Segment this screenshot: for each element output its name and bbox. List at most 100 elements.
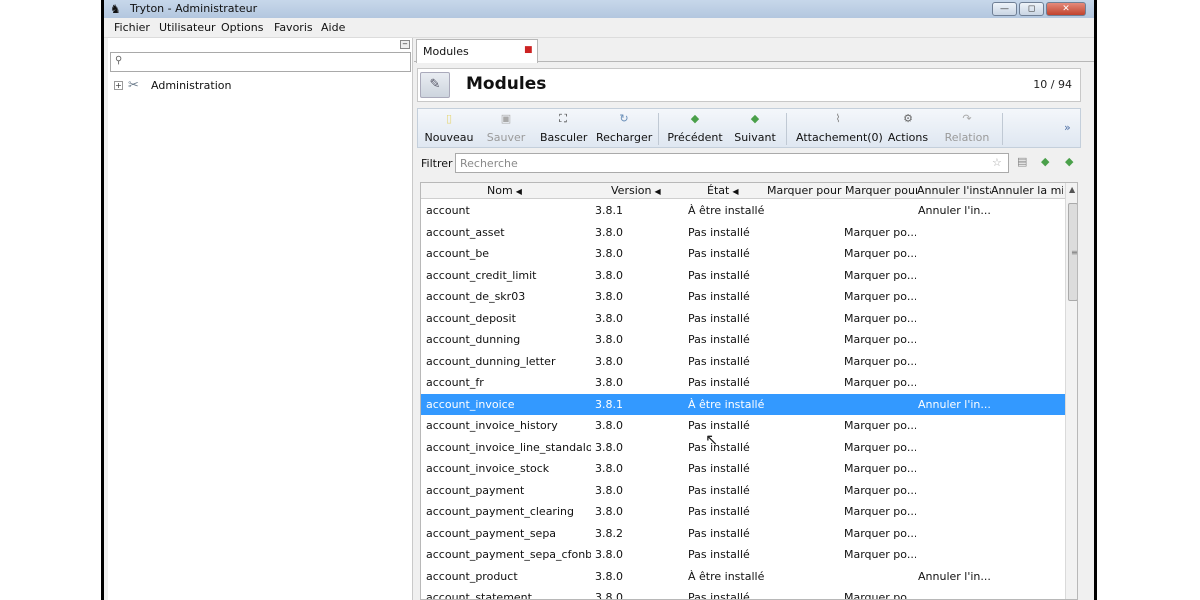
table-row[interactable]: account_payment 3.8.0 Pas installé Marquer … — [421, 480, 1065, 502]
toolbar-overflow-icon[interactable]: » — [1064, 121, 1071, 134]
table-row[interactable]: account 3.8.1 À être installé Annuler l'in.… — [421, 200, 1065, 222]
table-row[interactable]: account_product 3.8.0 À être installé Annul… — [421, 566, 1065, 588]
table-row[interactable]: account_dunning_letter 3.8.0 Pas installé M… — [421, 351, 1065, 373]
switch-button[interactable]: ⛶ Basculer — [540, 109, 587, 149]
table-row[interactable]: account_credit_limit 3.8.0 Pas installé Mar… — [421, 265, 1065, 287]
cell-state: Pas installé — [688, 505, 750, 518]
menu-fichier[interactable]: Fichier — [114, 21, 150, 34]
next-button[interactable]: ◆ Suivant — [732, 109, 778, 149]
cell-mark-install[interactable]: Marquer po... — [844, 355, 916, 368]
save-button[interactable]: ▣ Sauver — [484, 109, 528, 149]
reload-icon: ↻ — [619, 112, 629, 125]
cell-mark-install[interactable]: Marquer po... — [844, 290, 916, 303]
filter-next-icon[interactable]: ◆ — [1065, 155, 1073, 168]
table-row[interactable]: account_invoice_line_standalone 3.8.0 Pas … — [421, 437, 1065, 459]
minimize-button[interactable]: — — [992, 2, 1017, 16]
cell-state: Pas installé — [688, 311, 750, 325]
cell-mark-install[interactable]: Marquer po... — [844, 527, 916, 540]
tab-close-icon[interactable]: ■ — [524, 45, 533, 55]
cell-cancel-install[interactable]: Annuler l'in... — [918, 398, 990, 411]
toolbar-separator — [1002, 113, 1003, 145]
table-row[interactable]: account_be 3.8.0 Pas installé Marquer po... — [421, 243, 1065, 265]
table-row[interactable]: account_statement 3.8.0 Pas installé Marque… — [421, 587, 1065, 600]
cell-cancel-install[interactable]: Annuler l'in... — [918, 570, 990, 583]
cell-mark-install[interactable]: Marquer po... — [844, 333, 916, 346]
column-header-mark-upgrade[interactable]: Marquer pour i — [845, 184, 917, 197]
cell-name: account_credit_limit — [426, 268, 537, 282]
cell-mark-install[interactable]: Marquer po... — [844, 312, 916, 325]
menu-favoris[interactable]: Favoris — [274, 21, 313, 34]
cell-cancel-install[interactable]: Annuler l'in... — [918, 204, 990, 217]
cell-mark-install[interactable]: Marquer po... — [844, 484, 916, 497]
previous-button[interactable]: ◆ Précédent — [666, 109, 724, 149]
cell-name: account_fr — [426, 376, 484, 389]
cell-version: 3.8.0 — [595, 419, 623, 432]
cell-mark-install[interactable]: Marquer po... — [844, 376, 916, 389]
cell-version: 3.8.0 — [595, 591, 623, 600]
cell-mark-install[interactable]: Marquer po... — [844, 505, 916, 518]
cell-mark-install[interactable]: Marquer po... — [844, 548, 916, 561]
table-row[interactable]: account_payment_sepa_cfonb 3.8.0 Pas insta… — [421, 544, 1065, 566]
form-pane: Modules ■ ✎ Modules 10 / 94 ▯ Nouveau ▣ … — [414, 38, 1094, 600]
cell-mark-install[interactable]: Marquer po... — [844, 419, 916, 432]
menu-aide[interactable]: Aide — [321, 21, 345, 34]
cell-mark-install[interactable]: Marquer po... — [844, 462, 916, 475]
table-row[interactable]: account_invoice_stock 3.8.0 Pas installé Ma… — [421, 458, 1065, 480]
tryton-app-icon: ♞ — [110, 2, 121, 16]
table-row[interactable]: account_payment_clearing 3.8.0 Pas install… — [421, 501, 1065, 523]
cell-name: account_payment_clearing — [426, 505, 574, 518]
column-header-version[interactable]: Version ◀ — [611, 184, 681, 197]
table-row[interactable]: account_invoice_history 3.8.0 Pas installé… — [421, 415, 1065, 437]
column-header-state[interactable]: État ◀ — [707, 184, 769, 197]
menu-utilisateur[interactable]: Utilisateur — [159, 21, 216, 34]
reload-button[interactable]: ↻ Recharger — [596, 109, 652, 149]
vertical-scrollbar[interactable]: ▲ ≡ — [1065, 183, 1077, 599]
table-row[interactable]: account_dunning 3.8.0 Pas installé Marquer … — [421, 329, 1065, 351]
cell-state: Pas installé — [688, 462, 750, 475]
cell-name: account_payment_sepa_cfonb — [426, 548, 591, 561]
cell-mark-install[interactable]: Marquer po... — [844, 269, 916, 282]
column-header-cancel-install[interactable]: Annuler l'instal — [917, 184, 991, 197]
scrollbar-thumb[interactable]: ≡ — [1068, 203, 1077, 301]
table-row[interactable]: account_deposit 3.8.0 Pas installé Marquer … — [421, 308, 1065, 330]
table-row[interactable]: account_de_skr03 3.8.0 Pas installé Marquer… — [421, 286, 1065, 308]
maximize-button[interactable]: ◻ — [1019, 2, 1044, 16]
cell-mark-install[interactable]: Marquer po... — [844, 441, 916, 454]
cell-mark-install[interactable]: Marquer po... — [844, 226, 916, 239]
attachment-button[interactable]: ⌇ Attachement(0) — [796, 109, 883, 149]
close-button[interactable]: ✕ — [1046, 2, 1086, 16]
table-row[interactable]: account_asset 3.8.0 Pas installé Marquer po… — [421, 222, 1065, 244]
actions-button[interactable]: ⚙ Actions — [886, 109, 930, 149]
column-header-cancel-upgrade[interactable]: Annuler la mis — [991, 184, 1063, 197]
title-bar[interactable]: ♞ Tryton - Administrateur — ◻ ✕ — [104, 0, 1094, 18]
tab-modules[interactable]: Modules ■ — [416, 39, 538, 63]
cell-name: account_invoice — [426, 397, 515, 411]
new-button[interactable]: ▯ Nouveau — [424, 109, 474, 149]
column-header-mark-install[interactable]: Marquer pour i — [767, 184, 843, 197]
filter-previous-icon[interactable]: ◆ — [1041, 155, 1049, 168]
cell-state: Pas installé — [688, 247, 750, 260]
menu-options[interactable]: Options — [221, 21, 263, 34]
saved-filter-icon[interactable]: ▤ — [1017, 155, 1027, 168]
cell-version: 3.8.0 — [595, 505, 623, 518]
column-header-name[interactable]: Nom ◀ — [487, 184, 557, 197]
collapse-pane-icon[interactable]: − — [400, 40, 410, 49]
relation-button[interactable]: ↷ Relation — [942, 109, 992, 149]
cell-version: 3.8.0 — [595, 376, 623, 389]
menu-search-input[interactable]: ⚲ — [110, 52, 411, 72]
cell-version: 3.8.0 — [595, 569, 623, 583]
cell-state: Pas installé — [688, 526, 750, 540]
filter-label: Filtrer — [421, 157, 453, 170]
sort-arrow-icon: ◀ — [732, 187, 739, 196]
filter-bar: Filtrer Recherche ☆ ▤ ◆ ◆ — [417, 152, 1081, 174]
search-input[interactable]: Recherche ☆ — [455, 153, 1009, 173]
cell-state: À être installé — [688, 204, 765, 217]
table-row[interactable]: account_payment_sepa 3.8.2 Pas installé Mar… — [421, 523, 1065, 545]
cell-mark-install[interactable]: Marquer po... — [844, 591, 916, 599]
scroll-up-icon[interactable]: ▲ — [1069, 185, 1075, 194]
cell-mark-install[interactable]: Marquer po... — [844, 247, 916, 260]
table-row[interactable]: account_invoice 3.8.1 À être installé Annul… — [421, 393, 1065, 415]
bookmark-star-icon[interactable]: ☆ — [992, 156, 1002, 169]
expand-icon[interactable]: + — [114, 81, 123, 90]
table-row[interactable]: account_fr 3.8.0 Pas installé Marquer po... — [421, 372, 1065, 394]
